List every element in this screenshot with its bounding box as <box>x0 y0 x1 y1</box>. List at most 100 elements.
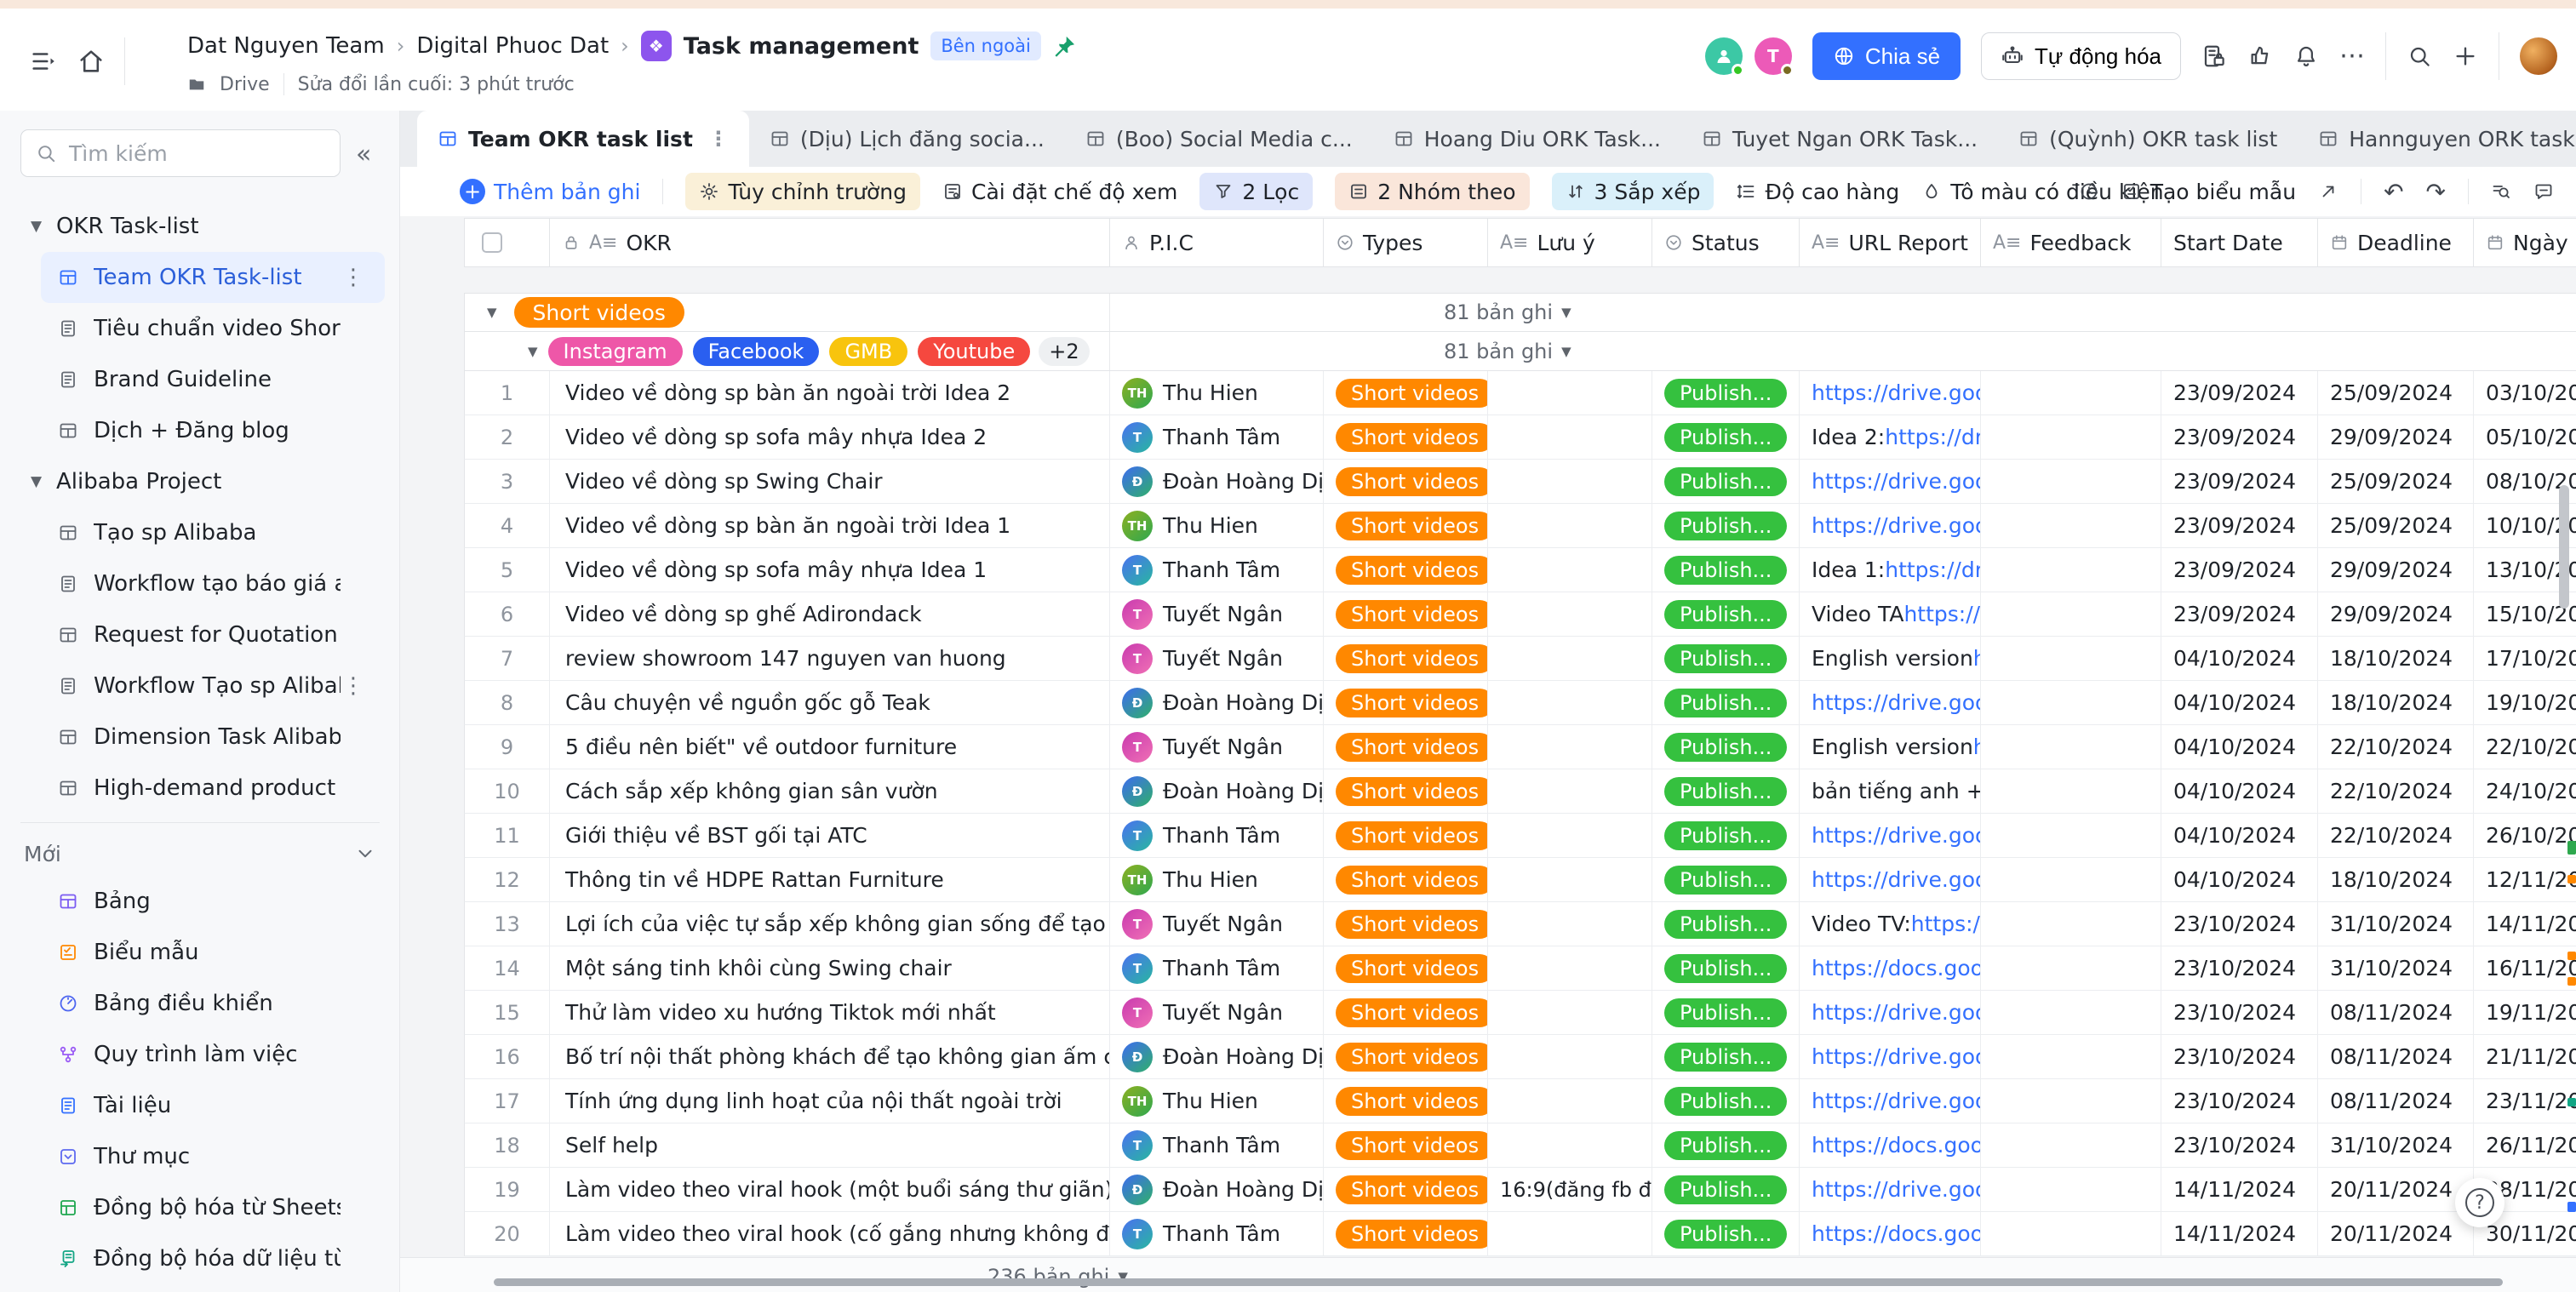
row-number[interactable]: 18 <box>465 1123 550 1167</box>
url-link[interactable]: https://drive.goo... <box>1812 380 1981 405</box>
cell-okr[interactable]: Self help <box>550 1123 1110 1167</box>
table-row[interactable]: 1Video về dòng sp bàn ăn ngoài trời Idea… <box>464 371 2576 415</box>
cell-okr[interactable]: Cách sắp xếp không gian sân vườn <box>550 769 1110 813</box>
cell-start-date[interactable]: 23/10/2024 <box>2161 902 2318 946</box>
column-header-url[interactable]: A≡URL Report <box>1800 219 1981 266</box>
cell-start-date[interactable]: 14/11/2024 <box>2161 1168 2318 1211</box>
cell-feedback[interactable] <box>1981 814 2161 857</box>
column-header-start[interactable]: Start Date <box>2161 219 2318 266</box>
cell-feedback[interactable] <box>1981 460 2161 503</box>
cell-url-report[interactable]: Idea 1: https://dri... <box>1800 548 1981 592</box>
column-header-luuy[interactable]: A≡Lưu ý <box>1488 219 1652 266</box>
cell-deadline[interactable]: 22/10/2024 <box>2318 814 2474 857</box>
sidebar-item[interactable]: Brand Guideline <box>0 354 400 405</box>
sidebar-item[interactable]: Dịch + Đăng blog <box>0 405 400 456</box>
cell-status[interactable]: Publish... <box>1652 548 1800 592</box>
cell-feedback[interactable] <box>1981 946 2161 990</box>
column-header-feedback[interactable]: A≡Feedback <box>1981 219 2161 266</box>
group-row-short-videos[interactable]: ▼ Short videos 81 bản ghi▼ <box>464 293 2576 332</box>
cell-luu-y[interactable] <box>1488 1123 1652 1167</box>
cell-status[interactable]: Publish... <box>1652 1079 1800 1123</box>
cell-types[interactable]: Short videos <box>1324 769 1488 813</box>
pin-icon[interactable] <box>1053 34 1077 58</box>
filter-button[interactable]: 2 Lọc <box>1199 173 1313 210</box>
cell-url-report[interactable]: https://drive.goo... <box>1800 814 1981 857</box>
cell-okr[interactable]: Video về dòng sp sofa mây nhựa Idea 2 <box>550 415 1110 459</box>
find-records-button[interactable] <box>2491 181 2511 202</box>
cell-types[interactable]: Short videos <box>1324 1035 1488 1078</box>
caret-down-icon[interactable]: ▼ <box>31 473 49 490</box>
cell-url-report[interactable]: https://drive.goo... <box>1800 460 1981 503</box>
cell-pic[interactable]: TThanh Tâm <box>1110 548 1324 592</box>
url-link[interactable]: h... <box>1973 646 1981 671</box>
cell-start-date[interactable]: 23/09/2024 <box>2161 548 2318 592</box>
column-header-ngay[interactable]: Ngày <box>2474 219 2576 266</box>
cell-okr[interactable]: Làm video theo viral hook (cố gắng nhưng… <box>550 1212 1110 1255</box>
cell-okr[interactable]: Làm video theo viral hook (một buổi sáng… <box>550 1168 1110 1211</box>
cell-pic[interactable]: ĐĐoàn Hoàng Dịu <box>1110 1168 1324 1211</box>
cell-deadline[interactable]: 31/10/2024 <box>2318 946 2474 990</box>
channel-pill[interactable]: GMB <box>829 337 907 366</box>
cell-okr[interactable]: Lợi ích của việc tự sắp xếp không gian s… <box>550 902 1110 946</box>
cell-pic[interactable]: TThanh Tâm <box>1110 1212 1324 1255</box>
cell-pic[interactable]: THThu Hien <box>1110 371 1324 414</box>
share-button[interactable]: Chia sẻ <box>1812 32 1961 80</box>
cell-okr[interactable]: 5 điều nên biết" về outdoor furniture <box>550 725 1110 769</box>
cell-deadline[interactable]: 25/09/2024 <box>2318 371 2474 414</box>
tab-7[interactable]: Hannguyen ORK task... <box>2298 111 2576 167</box>
cell-status[interactable]: Publish... <box>1652 371 1800 414</box>
cell-okr[interactable]: review showroom 147 nguyen van huong <box>550 637 1110 680</box>
cell-deadline[interactable]: 18/10/2024 <box>2318 681 2474 724</box>
sidebar-item[interactable]: Đồng bộ hóa dữ liệu từ <box>0 1233 400 1284</box>
url-link[interactable]: https://drive.goo... <box>1812 690 1981 715</box>
cell-start-date[interactable]: 23/09/2024 <box>2161 592 2318 636</box>
cell-luu-y[interactable] <box>1488 1035 1652 1078</box>
cell-feedback[interactable] <box>1981 1168 2161 1211</box>
cell-start-date[interactable]: 23/10/2024 <box>2161 1035 2318 1078</box>
notifications-bell-icon[interactable] <box>2293 43 2319 69</box>
row-number[interactable]: 12 <box>465 858 550 901</box>
record-permission-icon[interactable] <box>2201 43 2227 69</box>
cell-ngay[interactable]: 24/10/20 <box>2474 769 2576 813</box>
home-icon[interactable] <box>77 47 106 76</box>
cell-pic[interactable]: TTuyết Ngân <box>1110 592 1324 636</box>
cell-pic[interactable]: ĐĐoàn Hoàng Dịu <box>1110 460 1324 503</box>
cell-start-date[interactable]: 23/09/2024 <box>2161 504 2318 547</box>
cell-start-date[interactable]: 14/11/2024 <box>2161 1212 2318 1255</box>
cell-start-date[interactable]: 23/09/2024 <box>2161 371 2318 414</box>
cell-pic[interactable]: TThanh Tâm <box>1110 1123 1324 1167</box>
cell-start-date[interactable]: 23/10/2024 <box>2161 1079 2318 1123</box>
cell-status[interactable]: Publish... <box>1652 769 1800 813</box>
cell-feedback[interactable] <box>1981 769 2161 813</box>
view-settings-button[interactable]: Cài đặt chế độ xem <box>942 180 1177 204</box>
row-number[interactable]: 3 <box>465 460 550 503</box>
cell-deadline[interactable]: 20/11/2024 <box>2318 1168 2474 1211</box>
cell-status[interactable]: Publish... <box>1652 1168 1800 1211</box>
cell-luu-y[interactable] <box>1488 902 1652 946</box>
table-row[interactable]: 15Thử làm video xu hướng Tiktok mới nhất… <box>464 991 2576 1035</box>
row-number[interactable]: 6 <box>465 592 550 636</box>
cell-pic[interactable]: THThu Hien <box>1110 1079 1324 1123</box>
cell-start-date[interactable]: 04/10/2024 <box>2161 769 2318 813</box>
cell-pic[interactable]: ĐĐoàn Hoàng Dịu <box>1110 1035 1324 1078</box>
cell-start-date[interactable]: 04/10/2024 <box>2161 681 2318 724</box>
cell-start-date[interactable]: 23/09/2024 <box>2161 460 2318 503</box>
cell-url-report[interactable]: Video TA https://... <box>1800 592 1981 636</box>
cell-status[interactable]: Publish... <box>1652 415 1800 459</box>
cell-luu-y[interactable] <box>1488 1212 1652 1255</box>
cell-start-date[interactable]: 23/09/2024 <box>2161 415 2318 459</box>
breadcrumb-team[interactable]: Dat Nguyen Team <box>187 33 385 59</box>
caret-down-icon[interactable]: ▼ <box>528 344 538 359</box>
cell-okr[interactable]: Thử làm video xu hướng Tiktok mới nhất <box>550 991 1110 1034</box>
url-link[interactable]: https://drive.goo... <box>1812 1089 1981 1113</box>
cell-types[interactable]: Short videos <box>1324 946 1488 990</box>
cell-luu-y[interactable] <box>1488 371 1652 414</box>
cell-ngay[interactable]: 26/10/20 <box>2474 814 2576 857</box>
cell-deadline[interactable]: 08/11/2024 <box>2318 1079 2474 1123</box>
cell-status[interactable]: Publish... <box>1652 902 1800 946</box>
cell-ngay[interactable]: 26/11/20 <box>2474 1123 2576 1167</box>
cell-deadline[interactable]: 18/10/2024 <box>2318 637 2474 680</box>
cell-ngay[interactable]: 23/11/20 <box>2474 1079 2576 1123</box>
cell-luu-y[interactable] <box>1488 814 1652 857</box>
cell-status[interactable]: Publish... <box>1652 814 1800 857</box>
